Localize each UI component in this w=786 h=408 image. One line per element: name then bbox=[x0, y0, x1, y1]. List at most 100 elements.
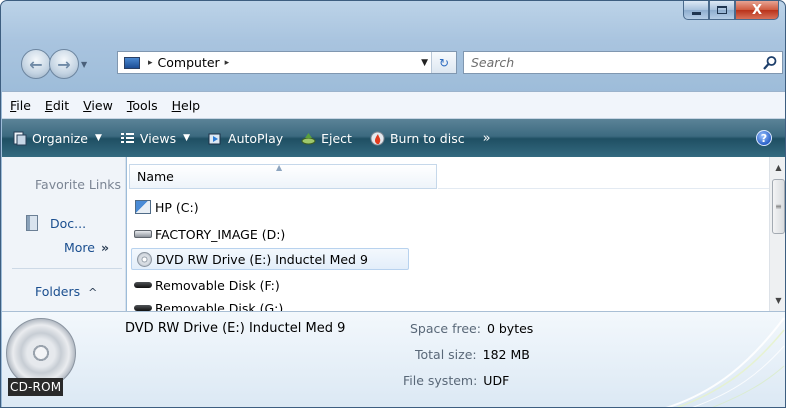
chevron-down-icon: ▼ bbox=[95, 133, 102, 143]
favorite-links-heading: Favorite Links bbox=[35, 177, 122, 192]
breadcrumb-computer[interactable]: Computer bbox=[158, 55, 220, 70]
total-size-value: 182 MB bbox=[482, 347, 530, 362]
decorative-swoosh bbox=[665, 317, 785, 407]
more-label: More bbox=[64, 240, 95, 255]
forward-button[interactable]: → bbox=[49, 49, 79, 79]
chevron-up-icon: ^ bbox=[88, 286, 98, 299]
scrollbar-thumb[interactable]: ≡ bbox=[772, 179, 785, 234]
documents-link-label: Doc... bbox=[50, 215, 87, 231]
vertical-scrollbar[interactable]: ▲ ≡ ▼ bbox=[769, 157, 785, 311]
drive-item-hp-c[interactable]: HP (C:) bbox=[131, 196, 411, 218]
menu-edit[interactable]: Edit bbox=[45, 98, 69, 113]
hard-drive-icon bbox=[134, 226, 152, 242]
menu-view[interactable]: View bbox=[83, 98, 113, 113]
column-header-label: Name bbox=[137, 169, 174, 184]
window-controls: X bbox=[683, 1, 779, 22]
navigation-pane: Favorite Links Doc... More » Folders ^ bbox=[2, 157, 126, 311]
scroll-down-icon[interactable]: ▼ bbox=[770, 292, 785, 309]
autoplay-button[interactable]: AutoPlay bbox=[208, 131, 283, 146]
file-list: ▲ Name HP (C:) FACTORY_IMAGE (D:) DVD RW… bbox=[127, 157, 769, 311]
minimize-icon bbox=[691, 11, 701, 15]
views-button[interactable]: Views ▼ bbox=[120, 131, 190, 146]
drive-item-label: Removable Disk (G:) bbox=[155, 300, 284, 312]
breadcrumb-separator[interactable]: ▸ bbox=[148, 58, 153, 68]
menu-bar: File Edit View Tools Help bbox=[2, 91, 785, 119]
details-pane: CD-ROM DVD RW Drive (E:) Inductel Med 9 … bbox=[2, 311, 785, 407]
drive-item-label: Removable Disk (F:) bbox=[155, 277, 280, 293]
more-commands-button[interactable]: » bbox=[483, 131, 491, 146]
total-size-row: Total size: 182 MB bbox=[415, 347, 530, 362]
removable-disk-icon bbox=[134, 300, 152, 311]
menu-help[interactable]: Help bbox=[172, 98, 201, 113]
computer-icon bbox=[121, 55, 143, 71]
command-bar: Organize ▼ Views ▼ AutoPlay Eject Burn to … bbox=[2, 119, 785, 157]
drive-item-label: FACTORY_IMAGE (D:) bbox=[155, 226, 286, 242]
pane-divider bbox=[12, 268, 122, 269]
maximize-icon bbox=[717, 6, 727, 14]
close-button[interactable]: X bbox=[735, 1, 779, 20]
address-dropdown-icon[interactable]: ▼ bbox=[421, 58, 428, 68]
cd-rom-badge: CD-ROM bbox=[8, 378, 64, 396]
file-system-label: File system: bbox=[403, 373, 478, 388]
chevron-right-icon: » bbox=[101, 240, 110, 255]
search-box[interactable]: Search bbox=[463, 51, 783, 74]
navigation-buttons: ← → ▼ bbox=[21, 47, 93, 81]
eject-icon bbox=[301, 132, 316, 144]
views-icon bbox=[120, 132, 134, 143]
selected-item-name: DVD RW Drive (E:) Inductel Med 9 bbox=[125, 321, 346, 336]
column-header-empty bbox=[438, 164, 769, 189]
breadcrumb-separator[interactable]: ▸ bbox=[225, 58, 230, 68]
refresh-button[interactable]: ↻ bbox=[431, 52, 456, 73]
file-system-value: UDF bbox=[483, 373, 510, 388]
folders-toggle[interactable]: Folders ^ bbox=[35, 284, 97, 299]
refresh-icon: ↻ bbox=[438, 55, 450, 70]
column-header-name[interactable]: ▲ Name bbox=[129, 163, 437, 189]
burn-label: Burn to disc bbox=[389, 130, 465, 146]
autoplay-icon bbox=[208, 133, 221, 144]
drive-item-removable-g[interactable]: Removable Disk (G:) bbox=[131, 297, 411, 311]
autoplay-label: AutoPlay bbox=[228, 130, 284, 146]
address-bar[interactable]: ▸ Computer ▸ ▼ ↻ bbox=[117, 51, 457, 74]
drive-item-dvd-rw-e[interactable]: DVD RW Drive (E:) Inductel Med 9 bbox=[131, 248, 409, 270]
drive-item-label: HP (C:) bbox=[155, 199, 199, 215]
maximize-button[interactable] bbox=[709, 1, 735, 20]
removable-disk-icon bbox=[134, 277, 152, 293]
space-free-row: Space free: 0 bytes bbox=[410, 321, 533, 336]
eject-label: Eject bbox=[321, 130, 352, 146]
more-links-button[interactable]: More » bbox=[64, 240, 109, 255]
dvd-drive-icon bbox=[135, 251, 153, 267]
close-icon: X bbox=[751, 2, 763, 18]
file-system-row: File system: UDF bbox=[403, 373, 509, 388]
drive-item-factory-image-d[interactable]: FACTORY_IMAGE (D:) bbox=[131, 223, 411, 245]
back-button[interactable]: ← bbox=[21, 49, 51, 79]
scroll-up-icon[interactable]: ▲ bbox=[770, 159, 785, 176]
minimize-button[interactable] bbox=[683, 1, 709, 20]
sort-ascending-icon: ▲ bbox=[276, 163, 283, 172]
search-icon[interactable] bbox=[762, 55, 778, 71]
total-size-label: Total size: bbox=[415, 347, 477, 362]
views-label: Views bbox=[139, 130, 177, 146]
forward-arrow-icon: → bbox=[57, 54, 71, 74]
burn-disc-icon bbox=[370, 131, 385, 145]
back-arrow-icon: ← bbox=[29, 54, 43, 74]
drive-item-removable-f[interactable]: Removable Disk (F:) bbox=[131, 274, 411, 296]
recent-pages-dropdown[interactable]: ▼ bbox=[81, 60, 93, 69]
eject-button[interactable]: Eject bbox=[301, 131, 352, 146]
favorite-link-documents[interactable]: Doc... bbox=[26, 215, 86, 231]
space-free-value: 0 bytes bbox=[486, 321, 534, 336]
explorer-window: X ← → ▼ ▸ Computer ▸ ▼ ↻ Search File Edi… bbox=[0, 0, 786, 408]
hp-drive-icon bbox=[134, 199, 152, 215]
cd-rom-icon: CD-ROM bbox=[6, 318, 76, 398]
burn-to-disc-button[interactable]: Burn to disc bbox=[370, 131, 465, 146]
organize-label: Organize bbox=[32, 130, 88, 146]
drive-item-label: DVD RW Drive (E:) Inductel Med 9 bbox=[156, 251, 368, 267]
space-free-label: Space free: bbox=[410, 321, 481, 336]
help-icon[interactable]: ? bbox=[756, 130, 772, 146]
search-input[interactable]: Search bbox=[471, 55, 514, 70]
chevron-down-icon: ▼ bbox=[183, 133, 191, 143]
organize-button[interactable]: Organize ▼ bbox=[12, 131, 102, 146]
organize-icon bbox=[13, 131, 27, 145]
menu-tools[interactable]: Tools bbox=[127, 98, 158, 113]
menu-file[interactable]: File bbox=[10, 98, 31, 113]
folders-label: Folders bbox=[35, 284, 81, 299]
